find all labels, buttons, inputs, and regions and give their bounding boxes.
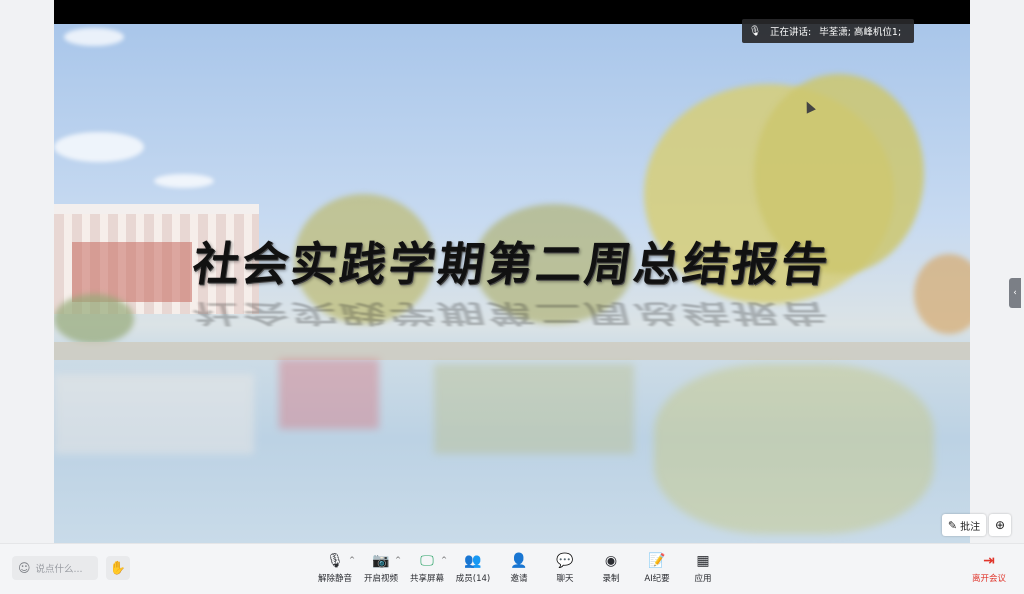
- leave-meeting-button[interactable]: ⇥ 离开会议: [966, 550, 1012, 590]
- unmute-label: 解除静音: [317, 574, 352, 584]
- cloud: [54, 132, 144, 162]
- pen-icon: ✎: [947, 518, 958, 532]
- raise-hand-icon: ✋: [109, 560, 127, 576]
- smile-icon: ☺: [18, 561, 31, 575]
- zoom-in-icon: ⊕: [994, 518, 1006, 532]
- chevron-up-icon[interactable]: ^: [441, 556, 447, 564]
- start-video-button[interactable]: 📷 开启视频 ^: [358, 550, 404, 590]
- quick-chat-input[interactable]: ☺ 说点什么...: [12, 556, 98, 580]
- zoom-in-button[interactable]: ⊕: [989, 514, 1011, 536]
- lake-shore: [54, 342, 970, 360]
- members-icon: 👥: [464, 553, 482, 569]
- start-video-label: 开启视频: [363, 574, 398, 584]
- building-reflection: [279, 359, 379, 429]
- quick-chat-placeholder: 说点什么...: [35, 564, 83, 575]
- camera-off-icon: 📷: [372, 553, 390, 569]
- apps-button[interactable]: ▦ 应用: [680, 550, 726, 590]
- chat-icon: 💬: [556, 553, 574, 569]
- side-panel-toggle[interactable]: ‹: [1009, 278, 1021, 308]
- shared-screen: 社会实践学期第二周总结报告 社会实践学期第二周总结报告: [54, 0, 970, 543]
- slide-title: 社会实践学期第二周总结报告: [189, 237, 834, 291]
- speaking-indicator: 🎙 正在讲话: 毕荃潇; 高峰机位1;: [742, 19, 914, 43]
- meeting-toolbar: ☺ 说点什么... ✋ 🎙 解除静音 ^ 📷 开启视频 ^ 🖵 共享屏幕 ^ 👥…: [0, 543, 1024, 594]
- share-screen-icon: 🖵: [420, 553, 434, 569]
- building-reflection: [54, 374, 254, 454]
- leave-meeting-label: 离开会议: [971, 574, 1006, 584]
- ai-notes-label: AI纪要: [644, 574, 670, 584]
- ai-notes-icon: 📝: [648, 553, 666, 569]
- tree-reflection: [434, 364, 634, 454]
- speaking-label: 正在讲话:: [770, 27, 812, 38]
- annotate-label: 批注: [960, 521, 981, 533]
- apps-label: 应用: [694, 574, 712, 584]
- toolbar-center-group: 🎙 解除静音 ^ 📷 开启视频 ^ 🖵 共享屏幕 ^ 👥 成员(14) 👤 邀请…: [312, 550, 726, 590]
- record-button[interactable]: ◉ 录制: [588, 550, 634, 590]
- unmute-button[interactable]: 🎙 解除静音 ^: [312, 550, 358, 590]
- annotate-button[interactable]: ✎ 批注: [942, 514, 986, 536]
- apps-icon: ▦: [696, 553, 710, 569]
- chat-label: 聊天: [556, 574, 574, 584]
- cloud: [154, 174, 214, 188]
- share-screen-button[interactable]: 🖵 共享屏幕 ^: [404, 550, 450, 590]
- invite-label: 邀请: [510, 574, 528, 584]
- chevron-left-icon: ‹: [1013, 288, 1017, 298]
- ai-notes-button[interactable]: 📝 AI纪要: [634, 550, 680, 590]
- tree-reflection: [654, 364, 934, 534]
- record-label: 录制: [602, 574, 620, 584]
- raise-hand-button[interactable]: ✋: [106, 556, 130, 580]
- invite-icon: 👤: [510, 553, 528, 569]
- cloud: [64, 28, 124, 46]
- members-label: 成员(14): [455, 574, 491, 584]
- share-screen-label: 共享屏幕: [409, 574, 444, 584]
- exit-icon: ⇥: [983, 553, 995, 569]
- record-icon: ◉: [604, 553, 618, 569]
- invite-button[interactable]: 👤 邀请: [496, 550, 542, 590]
- chevron-up-icon[interactable]: ^: [349, 556, 355, 564]
- members-button[interactable]: 👥 成员(14): [450, 550, 496, 590]
- chat-button[interactable]: 💬 聊天: [542, 550, 588, 590]
- chevron-up-icon[interactable]: ^: [395, 556, 401, 564]
- mic-icon: 🎙: [748, 25, 762, 37]
- shared-content-area: 社会实践学期第二周总结报告 社会实践学期第二周总结报告: [0, 0, 1024, 543]
- slide-title-reflection: 社会实践学期第二周总结报告: [189, 298, 834, 329]
- speaker-names: 毕荃潇; 高峰机位1;: [819, 27, 902, 38]
- mic-off-icon: 🎙: [326, 553, 344, 569]
